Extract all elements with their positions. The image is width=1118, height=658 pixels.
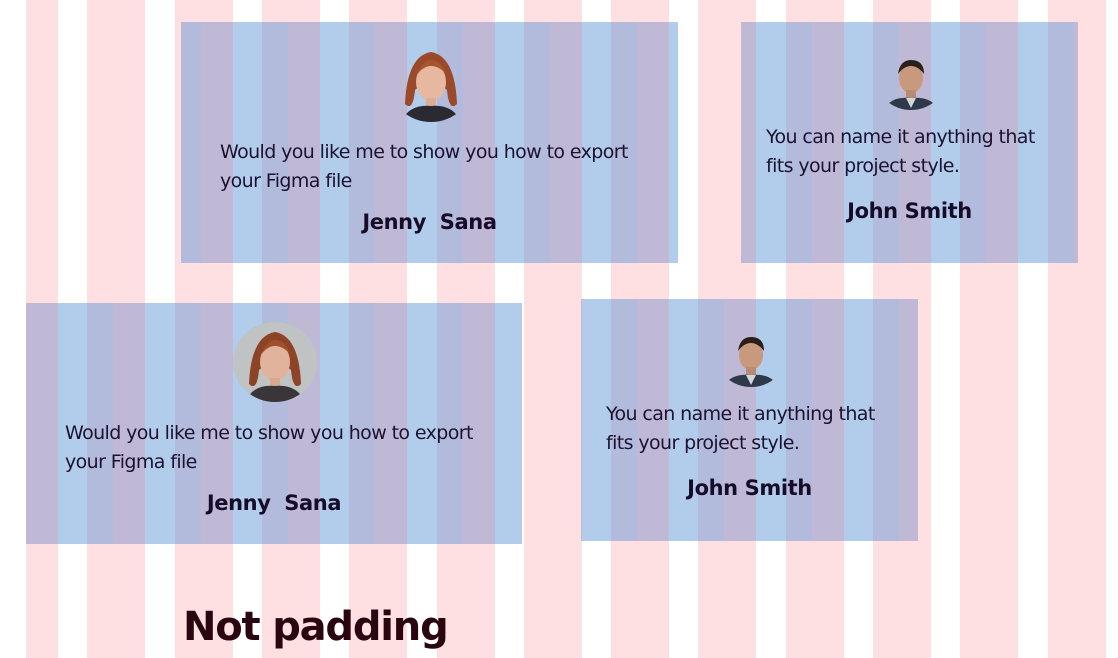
testimonial-card: Would you like me to show you how to exp… [26, 303, 522, 544]
grid-column [581, 299, 582, 541]
man-avatar [878, 54, 944, 110]
man-avatar [718, 331, 784, 387]
woman-avatar [233, 322, 317, 402]
grid-column [741, 22, 757, 263]
grid-column [1073, 0, 1106, 658]
grid-column [1073, 22, 1078, 263]
message-text: You can name it anything that fits your … [766, 126, 1035, 177]
author-name: Jenny Sana [362, 210, 497, 234]
author-name: John Smith [847, 199, 972, 223]
author-name: Jenny Sana [206, 491, 342, 515]
message-text: Would you like me to show you how to exp… [65, 422, 473, 473]
footer-label: Not padding [183, 604, 449, 650]
message-text: You can name it anything that fits your … [606, 403, 875, 454]
woman-avatar [389, 42, 473, 122]
message-text: Would you like me to show you how to exp… [220, 141, 628, 192]
testimonial-card: You can name it anything that fits your … [581, 299, 918, 541]
author-name: John Smith [687, 476, 812, 500]
testimonial-card: Would you like me to show you how to exp… [181, 22, 678, 263]
testimonial-card: You can name it anything that fits your … [741, 22, 1078, 263]
